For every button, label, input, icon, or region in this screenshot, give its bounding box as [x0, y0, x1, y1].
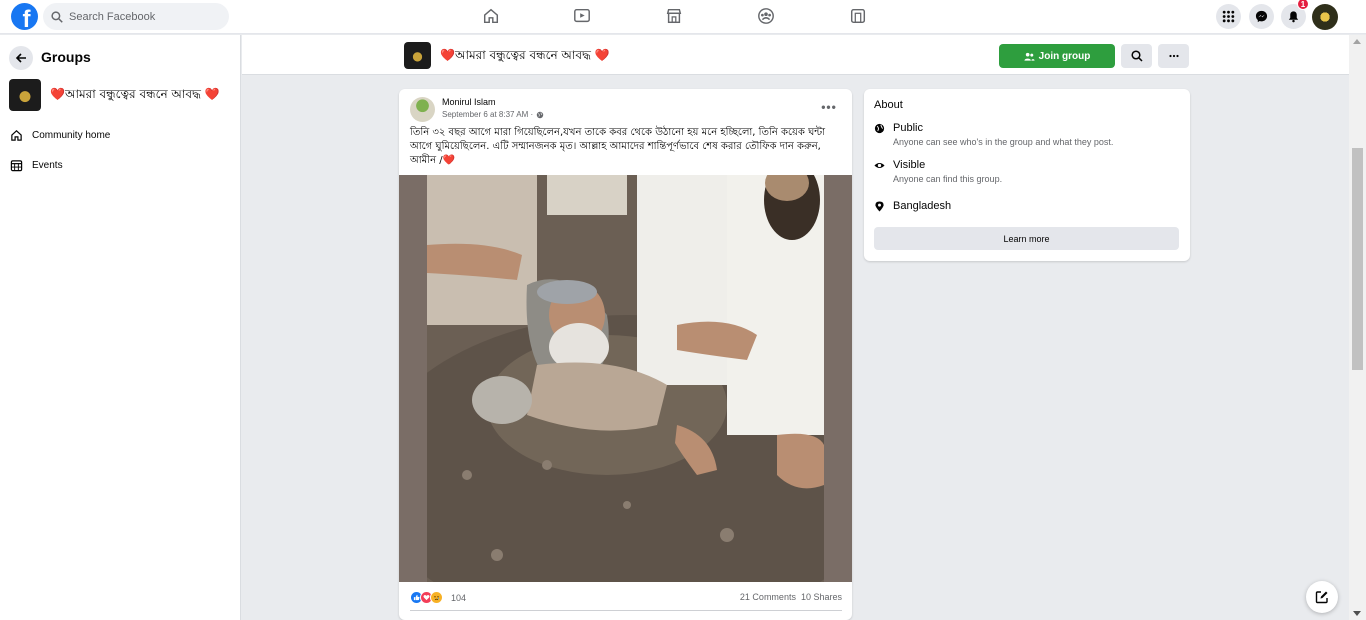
messenger-icon[interactable] — [1249, 4, 1274, 29]
group-more-button[interactable] — [1158, 44, 1189, 68]
left-sidebar: Groups ❤️আমরা বন্ধুত্বের বন্ধনে আবদ্ধ ❤️… — [0, 35, 241, 620]
more-horizontal-icon — [1168, 54, 1179, 58]
globe-icon — [874, 123, 885, 134]
about-title: About — [874, 99, 903, 111]
about-item-location: Bangladesh — [874, 200, 951, 212]
marketplace-icon[interactable] — [664, 6, 684, 26]
compose-icon — [1315, 591, 1328, 604]
arrow-left-icon — [15, 53, 26, 63]
about-item-desc: Anyone can see who's in the group and wh… — [893, 137, 1114, 147]
people-icon — [1024, 52, 1035, 61]
home-icon — [11, 130, 22, 141]
about-item-desc: Anyone can find this group. — [893, 174, 1003, 184]
post-more-options-icon[interactable]: ••• — [820, 99, 838, 115]
top-navigation-bar: f 1 — [0, 0, 1366, 34]
comments-count-link[interactable]: 21 Comments — [740, 592, 796, 602]
post-stats: 21 Comments 10 Shares — [740, 592, 842, 602]
learn-more-button[interactable]: Learn more — [874, 227, 1179, 250]
eye-icon — [874, 162, 885, 169]
notification-badge: 1 — [1297, 0, 1309, 10]
gaming-icon[interactable] — [848, 6, 868, 26]
sidebar-item-label: Community home — [32, 130, 111, 141]
back-button[interactable] — [9, 46, 33, 70]
post-text: তিনি ৩২ বছর আগে মারা গিয়েছিলেন,যখন তাকে… — [410, 127, 826, 166]
post-divider — [410, 610, 842, 611]
post-timestamp[interactable]: September 6 at 8:37 AM · — [442, 110, 544, 119]
sidebar-item-label: Events — [32, 160, 63, 171]
post-timestamp-text: September 6 at 8:37 AM · — [442, 110, 534, 119]
sidebar-title: Groups — [41, 49, 91, 65]
scroll-up-arrow-icon[interactable] — [1353, 39, 1361, 44]
join-group-label: Join group — [1038, 50, 1091, 62]
watch-icon[interactable] — [572, 6, 592, 26]
about-item-public: Public Anyone can see who's in the group… — [874, 122, 1113, 147]
reactions-summary[interactable]: 104 — [410, 591, 466, 604]
facebook-logo[interactable]: f — [11, 3, 38, 30]
search-box[interactable] — [43, 3, 229, 30]
about-item-title: Public — [893, 122, 923, 134]
location-pin-icon — [875, 201, 884, 212]
about-card: About Public Anyone can see who's in the… — [864, 89, 1190, 261]
sidebar-item-community-home[interactable]: Community home — [10, 129, 110, 142]
search-input[interactable] — [69, 10, 219, 23]
group-search-button[interactable] — [1121, 44, 1152, 68]
join-group-button[interactable]: Join group — [999, 44, 1115, 68]
post-photo[interactable] — [399, 175, 852, 582]
globe-icon — [536, 111, 544, 118]
sad-reaction-icon — [430, 591, 443, 604]
about-item-title[interactable]: Bangladesh — [893, 200, 951, 212]
sidebar-group-name[interactable]: ❤️আমরা বন্ধুত্বের বন্ধনে আবদ্ধ ❤️ — [50, 86, 220, 106]
group-header-name[interactable]: ❤️আমরা বন্ধুত্বের বন্ধনে আবদ্ধ ❤️ — [440, 47, 610, 67]
feed-post: Monirul Islam September 6 at 8:37 AM · •… — [399, 89, 852, 620]
author-avatar[interactable] — [410, 97, 435, 122]
group-header-thumbnail[interactable] — [404, 42, 431, 69]
page-scrollbar[interactable] — [1349, 35, 1366, 620]
group-thumbnail[interactable] — [9, 79, 41, 111]
scroll-down-arrow-icon[interactable] — [1353, 611, 1361, 616]
post-photo-image — [427, 175, 824, 582]
about-item-title: Visible — [893, 159, 926, 171]
account-avatar[interactable] — [1312, 4, 1338, 30]
search-icon — [51, 10, 63, 23]
shares-count-link[interactable]: 10 Shares — [801, 592, 842, 602]
home-icon[interactable] — [481, 6, 501, 26]
scroll-thumb[interactable] — [1352, 148, 1363, 370]
about-item-visible: Visible Anyone can find this group. — [874, 159, 1002, 184]
group-header-bar: ❤️আমরা বন্ধুত্বের বন্ধনে আবদ্ধ ❤️ Join g… — [242, 35, 1349, 75]
menu-grid-icon[interactable] — [1216, 4, 1241, 29]
sidebar-item-events[interactable]: Events — [10, 159, 63, 172]
reaction-count: 104 — [451, 592, 467, 603]
groups-icon[interactable] — [756, 6, 776, 26]
search-icon — [1130, 50, 1143, 62]
calendar-icon — [10, 160, 23, 172]
new-message-button[interactable] — [1306, 581, 1338, 613]
post-author[interactable]: Monirul Islam — [442, 97, 496, 107]
